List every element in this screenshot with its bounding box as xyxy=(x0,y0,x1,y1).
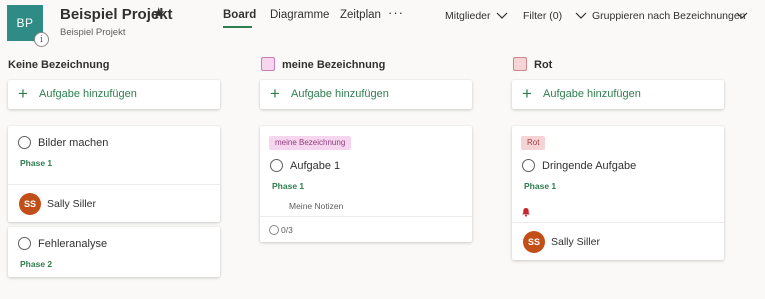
complete-checkbox[interactable] xyxy=(270,159,283,172)
project-subtitle: Beispiel Projekt xyxy=(60,27,126,38)
label-chip[interactable]: meine Bezeichnung xyxy=(269,136,352,150)
avatar[interactable]: SS xyxy=(19,193,41,215)
plus-icon: + xyxy=(18,84,28,103)
members-dropdown[interactable]: Mitglieder xyxy=(445,10,491,22)
task-card[interactable]: Fehleranalyse Phase 2 xyxy=(8,227,220,277)
bucket-label: Phase 1 xyxy=(524,181,557,191)
task-title: Dringende Aufgabe xyxy=(542,160,637,172)
bucket-label: Phase 2 xyxy=(20,259,53,269)
task-title: Bilder machen xyxy=(38,137,109,149)
favorite-star-icon[interactable]: ★ xyxy=(152,4,165,22)
complete-checkbox[interactable] xyxy=(18,136,31,149)
more-icon[interactable]: ··· xyxy=(388,5,404,20)
assignee-name: Sally Siller xyxy=(551,236,601,248)
info-icon[interactable]: i xyxy=(34,32,49,47)
chevron-down-icon[interactable] xyxy=(575,9,587,21)
label-chip[interactable]: Rot xyxy=(521,136,546,150)
header: BP i Beispiel Projekt ★ Beispiel Projekt… xyxy=(0,0,765,48)
task-title: Fehleranalyse xyxy=(38,238,108,250)
tab-diagramme[interactable]: Diagramme xyxy=(270,9,329,21)
complete-checkbox[interactable] xyxy=(522,159,535,172)
column-header[interactable]: Rot xyxy=(534,59,552,71)
add-task-label: Aufgabe hinzufügen xyxy=(543,88,641,100)
label-color-swatch xyxy=(261,57,275,71)
plus-icon: + xyxy=(270,84,280,103)
checklist-icon xyxy=(269,225,279,235)
add-task-button[interactable]: + Aufgabe hinzufügen xyxy=(512,80,724,109)
filter-dropdown[interactable]: Filter (0) xyxy=(523,10,562,22)
add-task-label: Aufgabe hinzufügen xyxy=(39,88,137,100)
label-color-swatch xyxy=(513,57,527,71)
add-task-button[interactable]: + Aufgabe hinzufügen xyxy=(260,80,472,109)
card-divider xyxy=(260,216,472,217)
chevron-down-icon[interactable] xyxy=(736,9,748,21)
active-tab-indicator xyxy=(223,26,252,28)
bucket-label: Phase 1 xyxy=(272,181,305,191)
add-task-button[interactable]: + Aufgabe hinzufügen xyxy=(8,80,220,109)
column-header[interactable]: meine Bezeichnung xyxy=(282,59,385,71)
urgent-bell-icon xyxy=(521,204,531,217)
task-card[interactable]: meine Bezeichnung Aufgabe 1 Phase 1 Mein… xyxy=(260,126,472,242)
card-divider xyxy=(512,222,724,223)
plus-icon: + xyxy=(522,84,532,103)
add-task-label: Aufgabe hinzufügen xyxy=(291,88,389,100)
complete-checkbox[interactable] xyxy=(18,237,31,250)
task-title: Aufgabe 1 xyxy=(290,160,341,172)
task-card[interactable]: Rot Dringende Aufgabe Phase 1 SS Sally S… xyxy=(512,126,724,260)
task-card[interactable]: Bilder machen Phase 1 SS Sally Siller xyxy=(8,126,220,222)
tab-zeitplan[interactable]: Zeitplan xyxy=(340,9,381,21)
task-notes: Meine Notizen xyxy=(289,201,344,211)
chevron-down-icon[interactable] xyxy=(496,9,508,21)
column-header[interactable]: Keine Bezeichnung xyxy=(8,59,109,71)
card-divider xyxy=(8,184,220,185)
bucket-label: Phase 1 xyxy=(20,158,53,168)
assignee-name: Sally Siller xyxy=(47,198,97,210)
checklist-count: 0/3 xyxy=(281,225,293,235)
avatar[interactable]: SS xyxy=(523,231,545,253)
group-by-dropdown[interactable]: Gruppieren nach Bezeichnungen xyxy=(592,10,746,22)
tab-board[interactable]: Board xyxy=(223,9,256,21)
